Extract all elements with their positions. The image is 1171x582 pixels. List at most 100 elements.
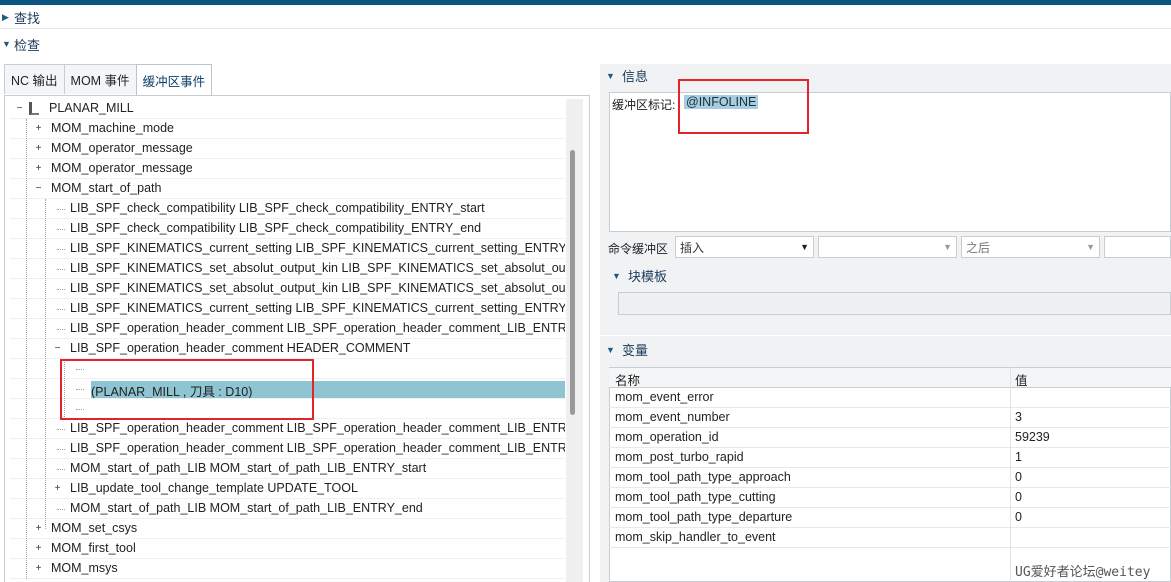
column-divider bbox=[1010, 367, 1011, 582]
variable-name: mom_event_error bbox=[615, 390, 714, 404]
block-template-header[interactable]: ▼ 块模板 bbox=[612, 266, 667, 285]
expanded-triangle-icon: ▼ bbox=[606, 70, 615, 81]
watermark: UG爱好者论坛@weitey bbox=[1015, 565, 1151, 580]
tree-node[interactable]: LIB_SPF_operation_header_comment LIB_SPF… bbox=[10, 439, 565, 459]
block-template-label: 块模板 bbox=[628, 269, 668, 284]
tree-node[interactable]: + MOM_msys bbox=[10, 559, 565, 579]
tree-node[interactable]: − PLANAR_MILL bbox=[10, 99, 565, 119]
expand-icon[interactable]: + bbox=[34, 544, 43, 554]
tree-node-label: LIB_SPF_operation_header_comment LIB_SPF… bbox=[70, 441, 565, 455]
info-header[interactable]: ▼ 信息 bbox=[606, 66, 648, 85]
tree-node-label: LIB_SPF_operation_header_comment LIB_SPF… bbox=[70, 421, 565, 435]
chevron-down-icon: ▼ bbox=[1086, 242, 1095, 252]
variables-header-label: 变量 bbox=[622, 343, 649, 358]
tree-node-label: PLANAR_MILL bbox=[49, 101, 134, 115]
variable-name: mom_operation_id bbox=[615, 430, 719, 444]
tree-node[interactable]: − MOM_start_of_path bbox=[10, 179, 565, 199]
tree-node[interactable]: LIB_SPF_KINEMATICS_current_setting LIB_S… bbox=[10, 299, 565, 319]
tree-guide-line bbox=[26, 119, 27, 579]
tree-node-label: MOM_start_of_path bbox=[51, 181, 162, 195]
tree-node[interactable]: + MOM_set_csys bbox=[10, 519, 565, 539]
tree-node[interactable]: + MOM_machine_mode bbox=[10, 119, 565, 139]
collapse-icon[interactable]: − bbox=[15, 104, 24, 114]
variable-row[interactable]: mom_operation_id 59239 bbox=[609, 428, 1171, 448]
tab-buffer-events[interactable]: 缓冲区事件 bbox=[135, 64, 213, 96]
variable-name: mom_event_number bbox=[615, 410, 730, 424]
position-select[interactable]: 之后 ▼ bbox=[961, 236, 1100, 258]
tree-node[interactable]: + LIB_update_tool_change_template UPDATE_… bbox=[10, 479, 565, 499]
collapse-icon[interactable]: − bbox=[34, 184, 43, 194]
variable-row[interactable]: mom_event_number 3 bbox=[609, 408, 1171, 428]
variable-name: mom_post_turbo_rapid bbox=[615, 450, 744, 464]
variable-row[interactable]: mom_event_error bbox=[609, 388, 1171, 408]
tree-guide-line bbox=[45, 199, 46, 529]
tree-node-label: LIB_SPF_operation_header_comment HEADER_… bbox=[70, 341, 411, 355]
command-buffer-label: 命令缓冲区 bbox=[608, 242, 669, 256]
tree-node[interactable]: + MOM_first_tool bbox=[10, 539, 565, 559]
tree-connector bbox=[57, 209, 65, 210]
tree-node[interactable]: − LIB_SPF_operation_header_comment HEADER… bbox=[10, 339, 565, 359]
tree-scrollbar-thumb[interactable] bbox=[570, 150, 575, 415]
buffer-target-select[interactable]: ▼ bbox=[818, 236, 957, 258]
tree-node[interactable]: LIB_SPF_KINEMATICS_set_absolut_output_ki… bbox=[10, 279, 565, 299]
tree-node[interactable]: + MOM_operator_message bbox=[10, 139, 565, 159]
chevron-down-icon: ▼ bbox=[800, 242, 809, 252]
expanded-triangle-icon: ▼ bbox=[2, 39, 11, 49]
window-top-bar bbox=[0, 0, 1171, 5]
position-value: 之后 bbox=[966, 240, 991, 255]
variable-row[interactable]: mom_tool_path_type_departure 0 bbox=[609, 508, 1171, 528]
chevron-down-icon: ▼ bbox=[943, 242, 952, 252]
extra-field[interactable] bbox=[1104, 236, 1171, 258]
expand-icon[interactable]: + bbox=[53, 484, 62, 494]
tree-node[interactable]: MOM_start_of_path_LIB MOM_start_of_path_… bbox=[10, 499, 565, 519]
variable-name: mom_tool_path_type_departure bbox=[615, 510, 793, 524]
section-find[interactable]: ▶ 查找 bbox=[0, 6, 1171, 28]
tree-connector bbox=[57, 249, 65, 250]
tree-node-label: LIB_SPF_KINEMATICS_current_setting LIB_S… bbox=[70, 241, 565, 255]
variable-row[interactable]: mom_tool_path_type_approach 0 bbox=[609, 468, 1171, 488]
expand-icon[interactable]: + bbox=[34, 564, 43, 574]
insert-mode-select[interactable]: 插入 ▼ bbox=[675, 236, 814, 258]
block-template-field[interactable] bbox=[618, 292, 1171, 315]
operation-icon bbox=[29, 102, 39, 115]
tree-node[interactable]: LIB_SPF_check_compatibility LIB_SPF_chec… bbox=[10, 219, 565, 239]
tree-connector bbox=[57, 269, 65, 270]
expand-icon[interactable]: + bbox=[34, 124, 43, 134]
tree-node[interactable]: MOM_start_of_path_LIB MOM_start_of_path_… bbox=[10, 459, 565, 479]
tree-node[interactable]: LIB_SPF_KINEMATICS_current_setting LIB_S… bbox=[10, 239, 565, 259]
collapsed-triangle-icon: ▶ bbox=[2, 11, 9, 22]
variable-value: 59239 bbox=[1015, 430, 1050, 444]
tree-node-label: MOM_first_tool bbox=[51, 541, 136, 555]
tree-node-label: MOM_operator_message bbox=[51, 141, 193, 155]
info-header-label: 信息 bbox=[622, 69, 649, 84]
tree-node[interactable]: LIB_SPF_KINEMATICS_set_absolut_output_ki… bbox=[10, 259, 565, 279]
variable-value: 1 bbox=[1015, 450, 1022, 464]
tree-node[interactable]: LIB_SPF_operation_header_comment LIB_SPF… bbox=[10, 419, 565, 439]
variable-row[interactable]: mom_skip_handler_to_event bbox=[609, 528, 1171, 548]
col-name-header[interactable]: 名称 bbox=[615, 370, 640, 389]
tree-connector bbox=[57, 329, 65, 330]
col-value-header[interactable]: 值 bbox=[1015, 370, 1028, 389]
tab-nc-output[interactable]: NC 输出 bbox=[4, 64, 65, 94]
variable-name: mom_tool_path_type_approach bbox=[615, 470, 791, 484]
variable-value: 0 bbox=[1015, 510, 1022, 524]
tab-mom-events[interactable]: MOM 事件 bbox=[63, 64, 137, 94]
expand-icon[interactable]: + bbox=[34, 164, 43, 174]
tree-node-label: MOM_operator_message bbox=[51, 161, 193, 175]
variable-row[interactable]: mom_tool_path_type_cutting 0 bbox=[609, 488, 1171, 508]
variables-header[interactable]: ▼ 变量 bbox=[606, 340, 648, 359]
variables-table-header: 名称 值 bbox=[609, 368, 1171, 388]
tree-node[interactable]: + MOM_operator_message bbox=[10, 159, 565, 179]
tree-node-label: MOM_msys bbox=[51, 561, 118, 575]
collapse-icon[interactable]: − bbox=[53, 344, 62, 354]
tree-node-label: LIB_update_tool_change_template UPDATE_T… bbox=[70, 481, 358, 495]
expand-icon[interactable]: + bbox=[34, 524, 43, 534]
tree-connector bbox=[57, 229, 65, 230]
tree-node[interactable]: LIB_SPF_operation_header_comment LIB_SPF… bbox=[10, 319, 565, 339]
tree-node[interactable]: LIB_SPF_check_compatibility LIB_SPF_chec… bbox=[10, 199, 565, 219]
tree-connector bbox=[57, 309, 65, 310]
highlight-box-info bbox=[678, 79, 809, 134]
section-inspect[interactable]: ▼ 检查 bbox=[0, 33, 1171, 55]
variable-row[interactable]: mom_post_turbo_rapid 1 bbox=[609, 448, 1171, 468]
expand-icon[interactable]: + bbox=[34, 144, 43, 154]
